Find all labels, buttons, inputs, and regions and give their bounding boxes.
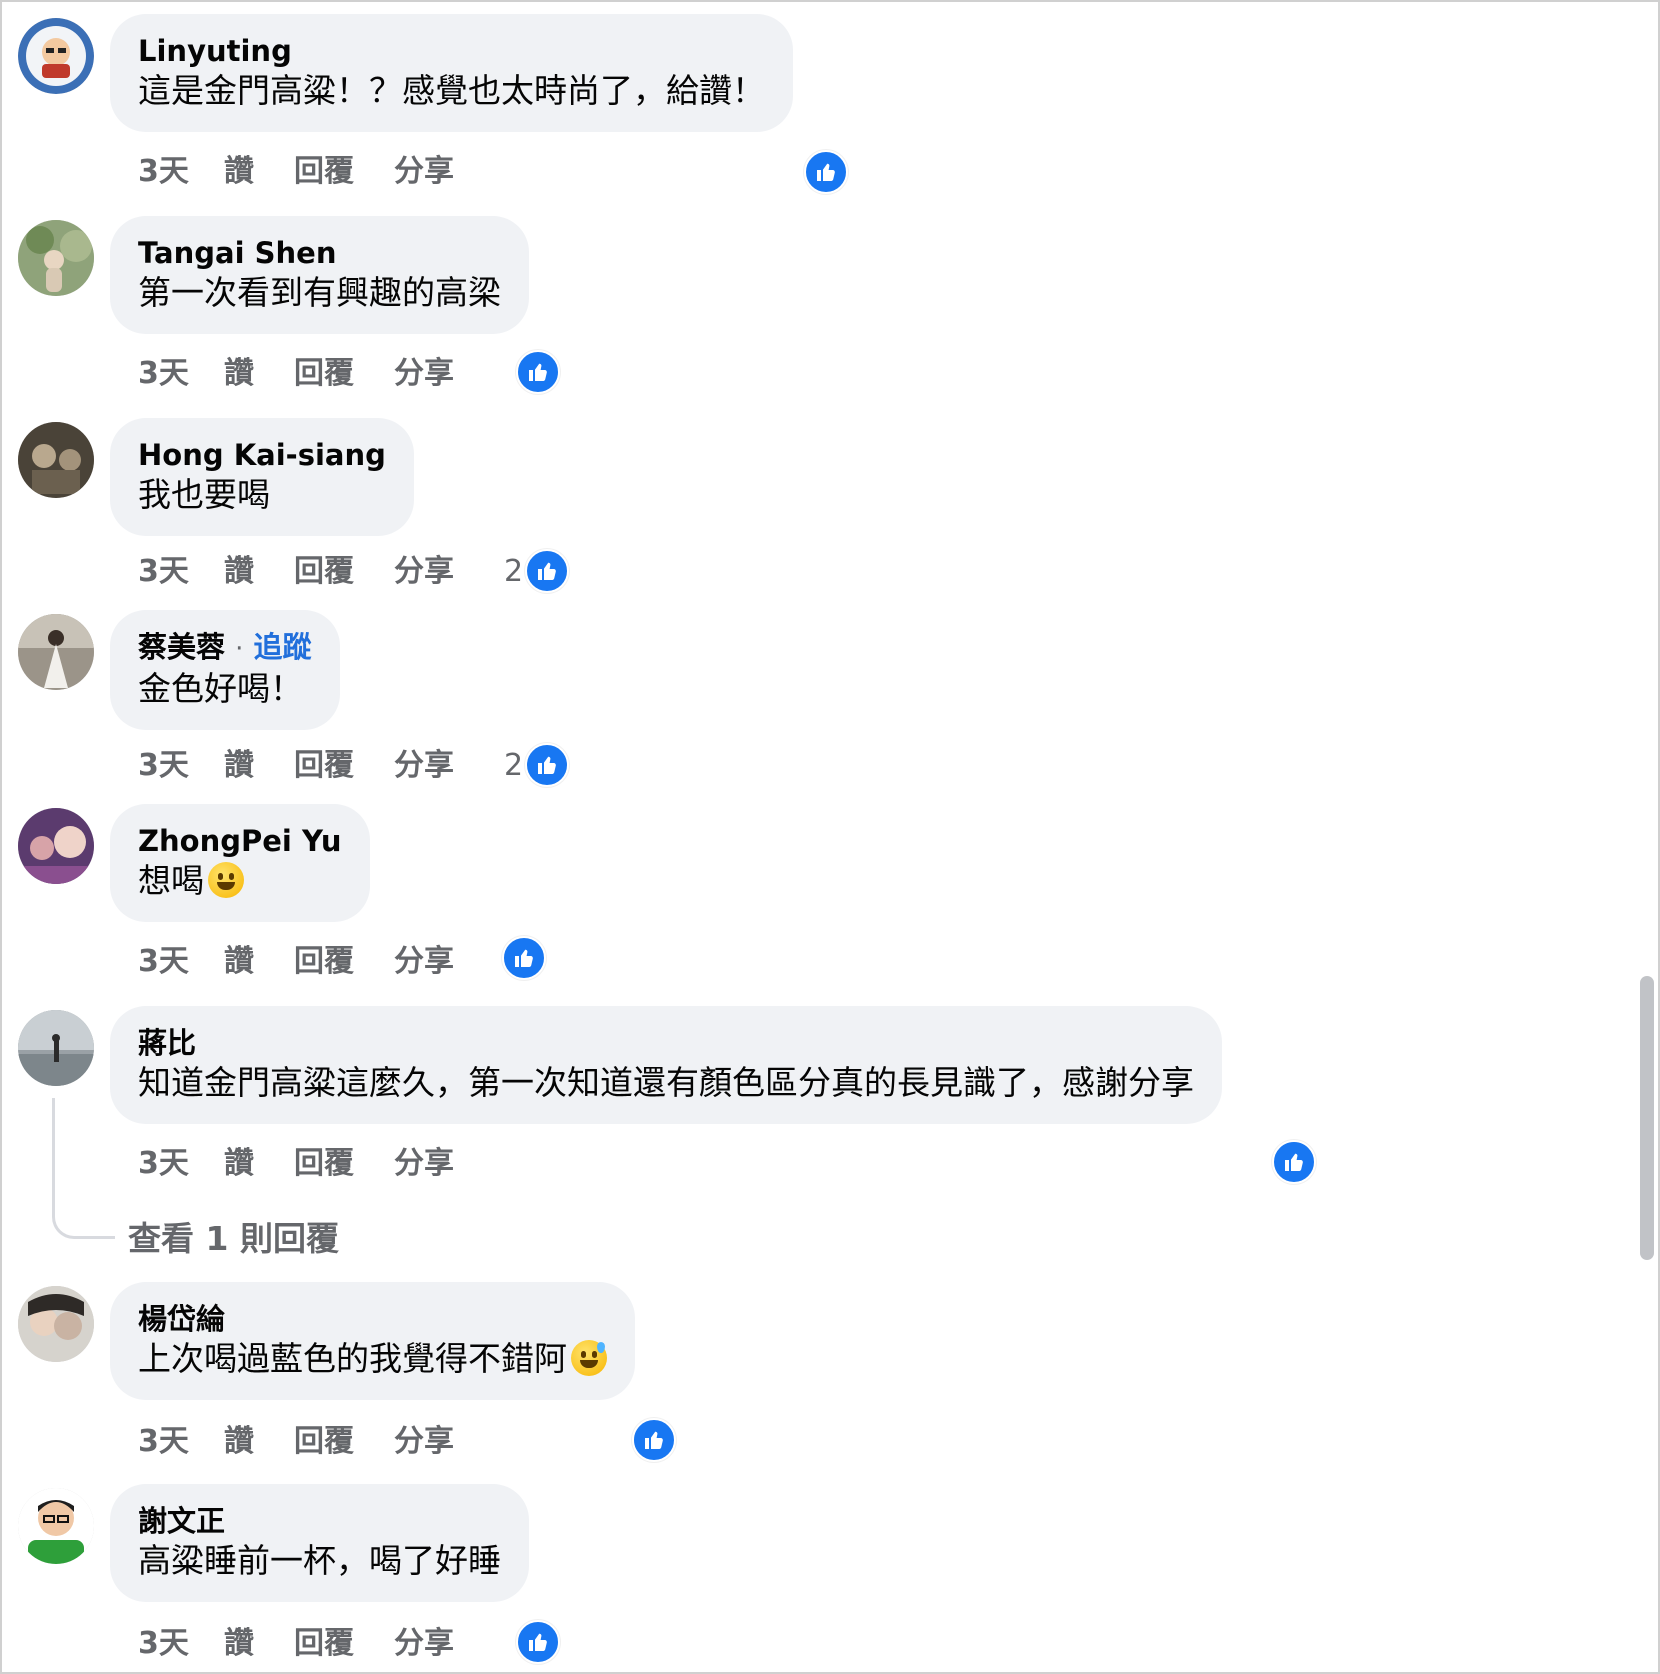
comment-time[interactable]: 3天	[138, 152, 189, 192]
scrollbar-thumb[interactable]	[1640, 976, 1654, 1260]
like-thumb-icon	[502, 936, 546, 980]
view-replies-link[interactable]: 查看 1 則回覆	[128, 1212, 339, 1260]
like-button[interactable]: 讚	[224, 1144, 254, 1184]
avatar[interactable]	[18, 808, 94, 884]
like-thumb-icon	[516, 1620, 560, 1664]
comment-time[interactable]: 3天	[138, 1422, 189, 1462]
comment-text: 上次喝過藍色的我覺得不錯阿	[138, 1339, 567, 1378]
comment-text-row: 想喝	[138, 860, 342, 902]
comment-author[interactable]: Tangai Shen	[138, 234, 501, 272]
reply-button[interactable]: 回覆	[294, 1422, 354, 1462]
comment-text: 金色好喝！	[138, 669, 303, 708]
comment-author-row: 蔡美蓉 · 追蹤	[138, 628, 312, 668]
avatar[interactable]	[18, 614, 94, 690]
like-button[interactable]: 讚	[224, 552, 254, 592]
reaction-summary[interactable]	[1270, 1140, 1316, 1184]
reaction-summary[interactable]	[802, 150, 848, 194]
reply-button[interactable]: 回覆	[294, 942, 354, 982]
reply-button[interactable]: 回覆	[294, 152, 354, 192]
reaction-summary[interactable]	[514, 1620, 560, 1664]
comment-author[interactable]: Linyuting	[138, 32, 765, 70]
comment-text: 知道金門高粱這麼久，第一次知道還有顏色區分真的長見識了，感謝分享	[138, 1063, 1194, 1102]
comment-bubble: ZhongPei Yu 想喝	[110, 804, 370, 922]
avatar[interactable]	[18, 1286, 94, 1362]
comment-author[interactable]: 蔣比	[138, 1024, 1194, 1062]
share-button[interactable]: 分享	[394, 1144, 454, 1184]
share-button[interactable]: 分享	[394, 552, 454, 592]
comment-bubble: Linyuting 這是金門高粱！？感覺也太時尚了，給讚！	[110, 14, 793, 132]
comment-time[interactable]: 3天	[138, 1624, 189, 1664]
comments-panel: Linyuting 這是金門高粱！？感覺也太時尚了，給讚！ 3天 讚 回覆 分享…	[0, 0, 1660, 1674]
grinning-sweat-emoji	[571, 1340, 607, 1376]
comment-bubble: 楊岱綸 上次喝過藍色的我覺得不錯阿	[110, 1282, 635, 1400]
reaction-summary[interactable]: 2	[504, 743, 570, 787]
like-button[interactable]: 讚	[224, 1422, 254, 1462]
like-button[interactable]: 讚	[224, 152, 254, 192]
comment-text: 想喝	[138, 861, 204, 900]
comment-text: 我也要喝	[138, 475, 270, 514]
reaction-summary[interactable]: 2	[504, 549, 570, 593]
share-button[interactable]: 分享	[394, 1624, 454, 1664]
comment-author[interactable]: ZhongPei Yu	[138, 822, 342, 860]
reply-button[interactable]: 回覆	[294, 552, 354, 592]
comment-time[interactable]: 3天	[138, 942, 189, 982]
reply-thread-line	[52, 1098, 115, 1239]
like-button[interactable]: 讚	[224, 942, 254, 982]
share-button[interactable]: 分享	[394, 1422, 454, 1462]
comment-author[interactable]: 謝文正	[138, 1502, 501, 1540]
comment-time[interactable]: 3天	[138, 354, 189, 394]
like-thumb-icon	[525, 549, 570, 593]
reply-button[interactable]: 回覆	[294, 746, 354, 786]
share-button[interactable]: 分享	[394, 152, 454, 192]
share-button[interactable]: 分享	[394, 746, 454, 786]
comment-author[interactable]: Hong Kai-siang	[138, 436, 386, 474]
reaction-summary[interactable]	[500, 936, 546, 980]
comment-bubble: 蔡美蓉 · 追蹤 金色好喝！	[110, 610, 340, 730]
avatar[interactable]	[18, 220, 94, 296]
comment-text: 第一次看到有興趣的高梁	[138, 273, 501, 312]
reply-button[interactable]: 回覆	[294, 1144, 354, 1184]
follow-button[interactable]: 追蹤	[254, 630, 312, 664]
share-button[interactable]: 分享	[394, 942, 454, 982]
comment-bubble: 蔣比 知道金門高粱這麼久，第一次知道還有顏色區分真的長見識了，感謝分享	[110, 1006, 1222, 1124]
comment-time[interactable]: 3天	[138, 1144, 189, 1184]
like-thumb-icon	[632, 1418, 676, 1462]
reaction-summary[interactable]	[630, 1418, 676, 1462]
comment-text-row: 上次喝過藍色的我覺得不錯阿	[138, 1338, 607, 1380]
follow-separator: ·	[235, 634, 244, 664]
avatar[interactable]	[18, 18, 94, 94]
like-button[interactable]: 讚	[224, 746, 254, 786]
avatar[interactable]	[18, 422, 94, 498]
reaction-summary[interactable]	[514, 350, 560, 394]
comment-bubble: Hong Kai-siang 我也要喝	[110, 418, 414, 536]
grinning-face-emoji	[208, 862, 244, 898]
avatar[interactable]	[18, 1488, 94, 1564]
reaction-count: 2	[504, 747, 524, 783]
reply-button[interactable]: 回覆	[294, 354, 354, 394]
like-button[interactable]: 讚	[224, 354, 254, 394]
comment-text: 高粱睡前一杯，喝了好睡	[138, 1541, 501, 1580]
comment-time[interactable]: 3天	[138, 552, 189, 592]
comment-bubble: Tangai Shen 第一次看到有興趣的高梁	[110, 216, 529, 334]
reaction-count: 2	[504, 553, 524, 589]
comment-text: 這是金門高粱！？感覺也太時尚了，給讚！	[138, 71, 765, 110]
comment-author[interactable]: 楊岱綸	[138, 1300, 607, 1338]
avatar[interactable]	[18, 1010, 94, 1086]
like-thumb-icon	[525, 743, 570, 787]
reply-button[interactable]: 回覆	[294, 1624, 354, 1664]
like-thumb-icon	[804, 150, 848, 194]
comment-author[interactable]: 蔡美蓉	[138, 630, 225, 664]
like-button[interactable]: 讚	[224, 1624, 254, 1664]
like-thumb-icon	[516, 350, 560, 394]
comment-bubble: 謝文正 高粱睡前一杯，喝了好睡	[110, 1484, 529, 1602]
comment-time[interactable]: 3天	[138, 746, 189, 786]
share-button[interactable]: 分享	[394, 354, 454, 394]
like-thumb-icon	[1272, 1140, 1316, 1184]
